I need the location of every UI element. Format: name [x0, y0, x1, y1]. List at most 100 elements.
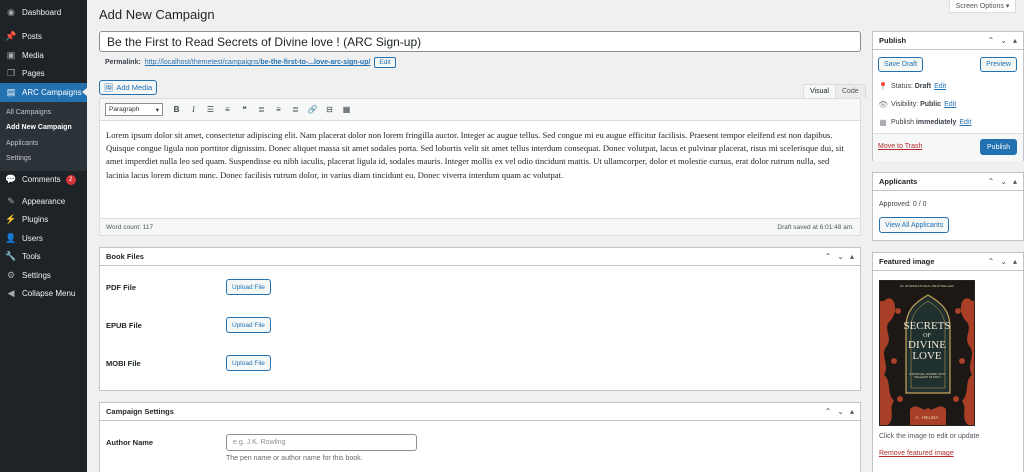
permalink-link[interactable]: http://localhost/themetest/campaigns/be-…	[145, 59, 371, 66]
submenu-applicants[interactable]: Applicants	[0, 136, 87, 152]
sidebar-item-users[interactable]: 👤 Users	[0, 229, 87, 248]
upload-pdf-button[interactable]: Upload File	[226, 279, 271, 295]
align-center-icon[interactable]: ≡	[270, 102, 287, 118]
chevron-up-icon[interactable]: ⌃	[825, 407, 832, 416]
sidebar-item-plugins[interactable]: ⚡ Plugins	[0, 211, 87, 230]
settings-icon: ⚙	[6, 269, 16, 280]
chevron-up-icon[interactable]: ⌃	[988, 177, 995, 186]
book-files-title: Book Files	[106, 252, 144, 261]
applicants-header[interactable]: Applicants ⌃ ⌄ ▴	[873, 173, 1023, 191]
epub-file-label: EPUB File	[106, 321, 142, 330]
sidebar-item-settings[interactable]: ⚙ Settings	[0, 266, 87, 285]
campaign-settings-header[interactable]: Campaign Settings ⌃ ⌄ ▴	[100, 403, 860, 421]
campaign-settings-title: Campaign Settings	[106, 407, 174, 416]
tab-visual[interactable]: Visual	[803, 84, 836, 98]
preview-button[interactable]: Preview	[980, 57, 1017, 72]
chevron-down-icon[interactable]: ⌄	[837, 407, 844, 416]
chevron-down-icon[interactable]: ⌄	[1000, 257, 1007, 266]
align-right-icon[interactable]: ≣	[287, 102, 304, 118]
sidebar-item-arc-campaigns[interactable]: ▤ ARC Campaigns	[0, 83, 87, 102]
mobi-file-label: MOBI File	[106, 359, 141, 368]
bold-icon[interactable]: B	[168, 102, 185, 118]
toggle-arrow-icon[interactable]: ▴	[1013, 177, 1017, 186]
submenu-all-campaigns[interactable]: All Campaigns	[0, 105, 87, 121]
featured-image-thumbnail[interactable]: #1 INTERNATIONAL BESTSELLER SECRETS OF D…	[879, 280, 975, 426]
move-to-trash-link[interactable]: Move to Trash	[878, 143, 922, 150]
sidebar-item-label: Media	[22, 50, 44, 60]
numbered-list-icon[interactable]: ≡	[219, 102, 236, 118]
editor-toolbar: Paragraph ▾ B I ☰ ≡ ❝ ≣ ≡ ≣ 🔗 ⊟ ▦	[100, 99, 860, 121]
link-icon[interactable]: 🔗	[304, 102, 321, 118]
align-left-icon[interactable]: ≣	[253, 102, 270, 118]
sidebar-item-tools[interactable]: 🔧 Tools	[0, 248, 87, 267]
plugin-icon: ⚡	[5, 214, 17, 225]
sidebar-item-pages[interactable]: ❐ Pages	[0, 65, 87, 84]
chevron-up-icon[interactable]: ⌃	[988, 257, 995, 266]
editor-content[interactable]: Lorem ipsum dolor sit amet, consectetur …	[100, 121, 860, 217]
author-name-input[interactable]: e.g. J.K. Rowling	[226, 434, 417, 451]
sidebar-item-comments[interactable]: 💬 Comments 2	[0, 171, 87, 190]
publish-box: Publish ⌃ ⌄ ▴ Save Draft Preview 📍 Status: …	[872, 31, 1024, 161]
blockquote-icon[interactable]: ❝	[236, 102, 253, 118]
permalink-base: http://localhost/themetest/campaigns/	[144, 59, 261, 66]
submenu-settings[interactable]: Settings	[0, 151, 87, 167]
collapse-icon: ◀	[7, 288, 15, 299]
book-files-box: Book Files ⌃ ⌄ ▴ PDF File Upload File EPUB…	[99, 247, 861, 391]
chevron-down-icon[interactable]: ⌄	[1000, 177, 1007, 186]
draft-saved-status: Draft saved at 6:01:48 am.	[777, 223, 854, 231]
dashboard-icon: ◉	[7, 6, 15, 17]
publish-header[interactable]: Publish ⌃ ⌄ ▴	[873, 32, 1023, 50]
chevron-up-icon[interactable]: ⌃	[988, 36, 995, 45]
publish-date-edit-link[interactable]: Edit	[959, 119, 971, 126]
cover-author: A. HELWA	[915, 415, 939, 420]
visibility-edit-link[interactable]: Edit	[944, 101, 956, 108]
chevron-down-icon[interactable]: ⌄	[1000, 36, 1007, 45]
chevron-down-icon[interactable]: ⌄	[837, 252, 844, 261]
toggle-arrow-icon[interactable]: ▴	[850, 252, 854, 261]
sidebar-item-dashboard[interactable]: ◉ Dashboard	[0, 3, 87, 22]
pin-icon: 📍	[878, 81, 888, 91]
upload-mobi-button[interactable]: Upload File	[226, 355, 271, 371]
campaign-settings-box: Campaign Settings ⌃ ⌄ ▴ Author Name e.g. J…	[99, 402, 861, 472]
toggle-arrow-icon[interactable]: ▴	[1013, 257, 1017, 266]
save-draft-button[interactable]: Save Draft	[878, 57, 924, 72]
featured-image-header[interactable]: Featured image ⌃ ⌄ ▴	[873, 253, 1023, 271]
sidebar-item-posts[interactable]: 📌 Posts	[0, 28, 87, 47]
calendar-icon: ▦	[879, 117, 887, 127]
view-all-applicants-button[interactable]: View All Applicants	[879, 217, 950, 233]
tab-code[interactable]: Code	[835, 84, 866, 98]
sidebar-item-label: Posts	[22, 32, 43, 42]
remove-featured-image-link[interactable]: Remove featured image	[879, 450, 954, 457]
applicants-title: Applicants	[879, 177, 918, 186]
upload-epub-button[interactable]: Upload File	[226, 317, 271, 333]
editor-tabs: Visual Code	[803, 84, 866, 98]
screen-options-button[interactable]: Screen Options ▾	[949, 0, 1016, 13]
sidebar-item-collapse-menu[interactable]: ◀ Collapse Menu	[0, 285, 87, 304]
campaign-icon: ▤	[6, 86, 16, 97]
status-edit-link[interactable]: Edit	[934, 83, 946, 90]
sidebar-item-appearance[interactable]: ✎ Appearance	[0, 192, 87, 211]
italic-icon[interactable]: I	[185, 102, 202, 118]
applicants-box: Applicants ⌃ ⌄ ▴ Approved: 0 / 0 View All …	[872, 172, 1024, 241]
publish-date-row: ▦ Publish immediately Edit	[878, 116, 971, 128]
permalink-label: Permalink:	[105, 59, 141, 66]
sidebar-item-label: Tools	[22, 252, 41, 262]
post-title-input[interactable]: Be the First to Read Secrets of Divine l…	[99, 31, 861, 52]
book-files-header[interactable]: Book Files ⌃ ⌄ ▴	[100, 248, 860, 266]
add-media-button[interactable]: 🖼 Add Media	[99, 80, 157, 95]
arc-campaigns-submenu: All Campaigns Add New Campaign Applicant…	[0, 101, 87, 171]
toggle-arrow-icon[interactable]: ▴	[850, 407, 854, 416]
bullet-list-icon[interactable]: ☰	[202, 102, 219, 118]
tools-icon: 🔧	[5, 251, 17, 262]
horizontal-line-icon[interactable]: ⊟	[321, 102, 338, 118]
toggle-arrow-icon[interactable]: ▴	[1013, 36, 1017, 45]
publish-button[interactable]: Publish	[980, 139, 1017, 155]
editor-status-bar: Word count: 117 Draft saved at 6:01:48 a…	[100, 218, 860, 235]
format-select[interactable]: Paragraph ▾	[105, 103, 163, 116]
toolbar-toggle-icon[interactable]: ▦	[338, 102, 355, 118]
sidebar-item-media[interactable]: ▣ Media	[0, 46, 87, 65]
submenu-add-new-campaign[interactable]: Add New Campaign	[0, 120, 87, 136]
chevron-up-icon[interactable]: ⌃	[825, 252, 832, 261]
cover-top-line: #1 INTERNATIONAL BESTSELLER	[900, 284, 954, 288]
permalink-edit-button[interactable]: Edit	[374, 57, 396, 68]
